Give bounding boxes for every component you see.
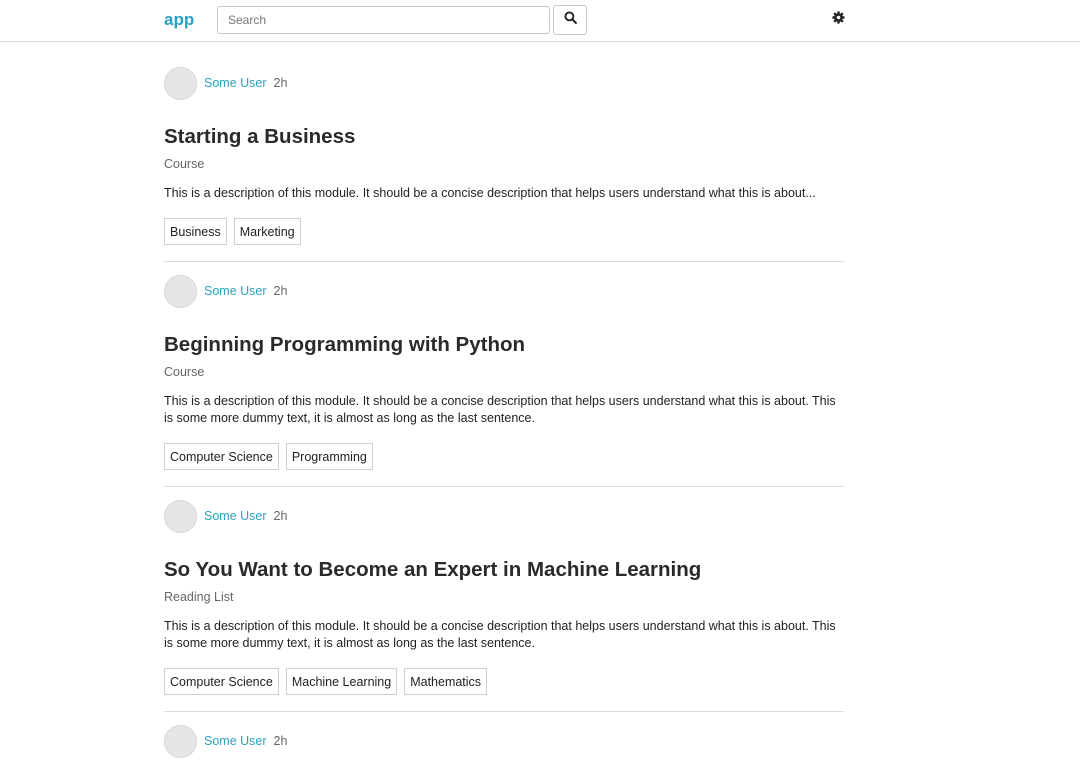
post-type: Course [164,365,205,379]
post-time: 2h [273,509,288,523]
post-header: Some User 2h [164,499,287,533]
post-header: Some User 2h [164,274,287,308]
avatar[interactable] [164,499,197,533]
tag[interactable]: Computer Science [164,443,279,470]
post-header: Some User 2h [164,66,287,100]
tag[interactable]: Computer Science [164,668,279,695]
avatar[interactable] [164,274,197,308]
tag[interactable]: Marketing [233,218,301,245]
post-description: This is a description of this module. It… [164,186,816,200]
tag-list: Computer Science Machine Learning Mathem… [164,668,488,695]
post-title[interactable]: Beginning Programming with Python [164,333,525,357]
post-divider [164,711,844,712]
search-icon [563,11,577,29]
post-description: This is a description of this module. It… [164,394,836,425]
post-header: Some User 2h [164,724,287,758]
settings-button[interactable] [829,11,847,29]
tag[interactable]: Machine Learning [285,668,398,695]
post-time: 2h [273,76,288,90]
tag[interactable]: Mathematics [404,668,488,695]
tag[interactable]: Business [164,218,227,245]
author-link[interactable]: Some User [204,76,267,90]
search-button[interactable] [553,5,587,35]
post-description: This is a description of this module. It… [164,619,836,650]
author-link[interactable]: Some User [204,734,267,748]
author-link[interactable]: Some User [204,509,267,523]
post-time: 2h [273,734,288,748]
post-divider [164,261,844,262]
avatar[interactable] [164,66,197,100]
post-divider [164,486,844,487]
search-input[interactable] [217,6,550,34]
post-type: Reading List [164,590,234,604]
tag-list: Business Marketing [164,218,301,245]
app-logo[interactable]: app [164,10,194,30]
post-title[interactable]: Starting a Business [164,125,355,149]
author-link[interactable]: Some User [204,284,267,298]
gear-icon [831,11,845,29]
top-navbar: app [0,0,1080,42]
post-type: Course [164,157,205,171]
tag-list: Computer Science Programming [164,443,373,470]
tag[interactable]: Programming [285,443,373,470]
post-title[interactable]: So You Want to Become an Expert in Machi… [164,558,701,582]
post-time: 2h [273,284,288,298]
avatar[interactable] [164,724,197,758]
